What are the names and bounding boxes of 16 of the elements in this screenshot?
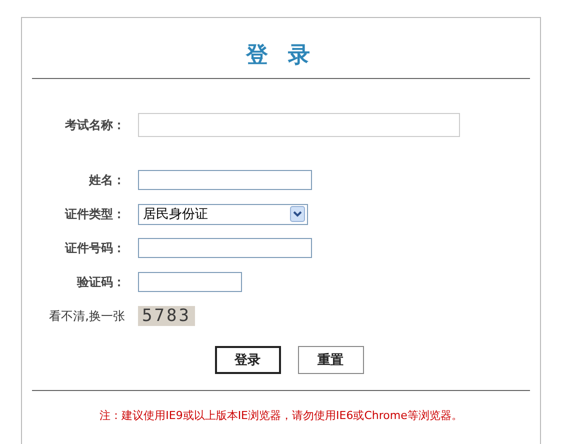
input-field[interactable] xyxy=(138,170,312,190)
dropdown-field[interactable]: 居民身份证 xyxy=(138,204,308,224)
refresh-captcha-link[interactable]: 看不清,换一张 xyxy=(21,308,125,324)
field-label: 证件类型： xyxy=(64,206,125,222)
field-label: 验证码： xyxy=(76,274,125,290)
browser-note: 注：建议使用IE9或以上版本IE浏览器，请勿使用IE6或Chrome等浏览器。 xyxy=(98,408,464,423)
form-button[interactable]: 登录 xyxy=(214,346,280,374)
input-field[interactable] xyxy=(138,238,312,258)
field-label: 姓名： xyxy=(88,172,125,188)
form-button[interactable]: 重置 xyxy=(298,346,364,374)
captcha-image: 5783 xyxy=(138,306,195,326)
page-title: 登 录 xyxy=(244,42,317,70)
input-field[interactable] xyxy=(138,272,242,292)
input-field[interactable] xyxy=(138,113,460,137)
field-label: 证件号码： xyxy=(64,240,125,256)
field-label: 考试名称： xyxy=(64,116,125,134)
